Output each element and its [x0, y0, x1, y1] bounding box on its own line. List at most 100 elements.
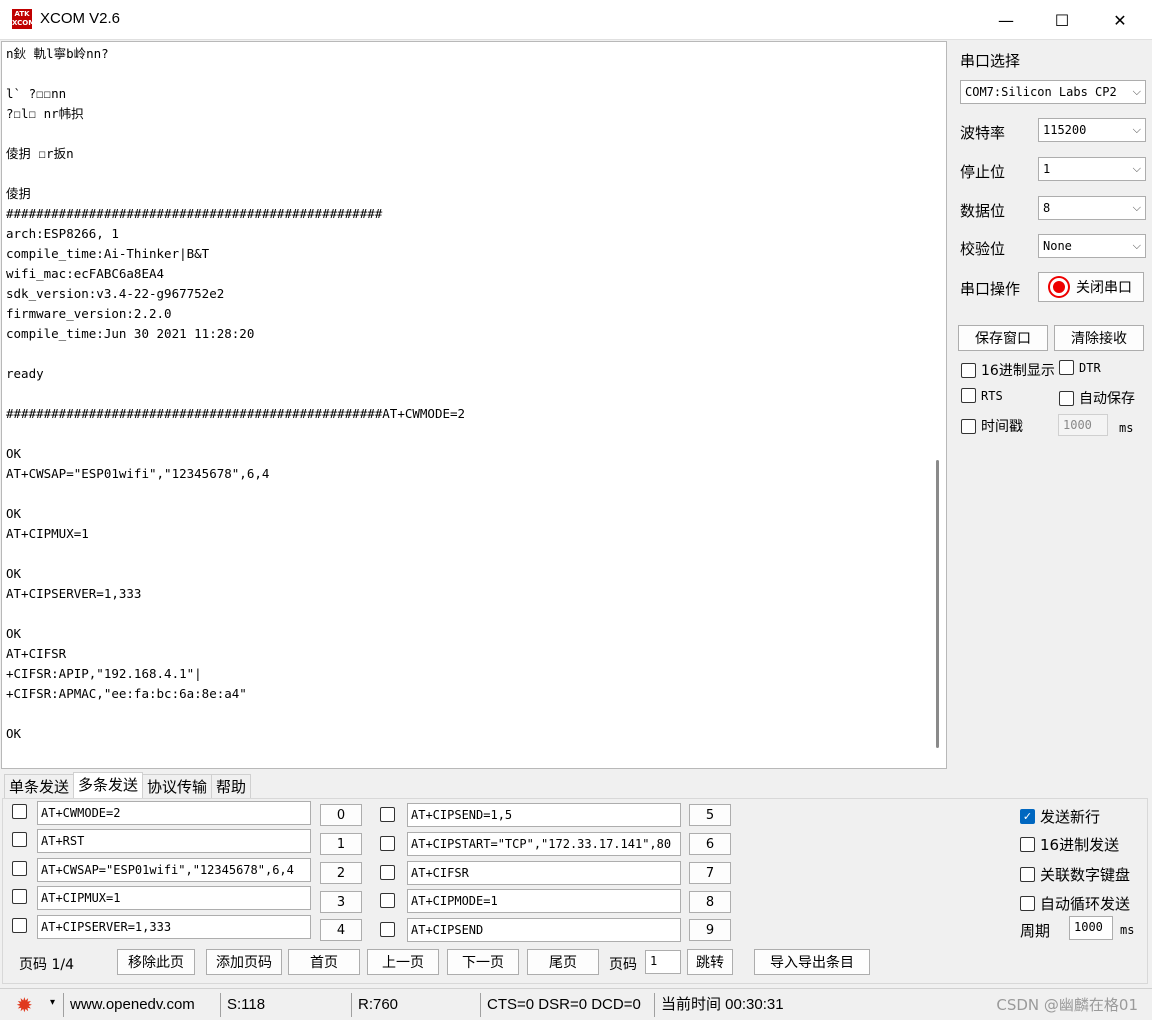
command-input-7[interactable]: AT+CIFSR	[407, 861, 681, 885]
tab-protocol[interactable]: 协议传输	[142, 774, 213, 798]
baud-select[interactable]: 115200 ⌵	[1038, 118, 1146, 142]
data-bits-select[interactable]: 8 ⌵	[1038, 196, 1146, 220]
command-input-9[interactable]: AT+CIPSEND	[407, 918, 681, 942]
import-export-button[interactable]: 导入导出条目	[754, 949, 870, 975]
chevron-down-icon: ⌵	[1132, 85, 1141, 98]
close-port-label: 关闭串口	[1076, 280, 1132, 296]
close-port-button[interactable]: 关闭串口	[1038, 272, 1144, 302]
dtr-checkbox[interactable]: DTR	[1059, 360, 1101, 375]
xcom-logo-icon: ATK XCOM	[12, 9, 36, 29]
timestamp-interval-input[interactable]: 1000	[1058, 414, 1108, 436]
add-page-button[interactable]: 添加页码	[206, 949, 282, 975]
receive-line: arch:ESP8266, 1	[6, 226, 119, 241]
send-button-6[interactable]: 6	[689, 833, 731, 855]
receive-line	[6, 544, 465, 564]
parity-select[interactable]: None ⌵	[1038, 234, 1146, 258]
hex-display-checkbox[interactable]: 16进制显示	[961, 360, 1055, 380]
send-button-7[interactable]: 7	[689, 862, 731, 884]
send-button-2[interactable]: 2	[320, 862, 362, 884]
send-button-9[interactable]: 9	[689, 919, 731, 941]
parity-label: 校验位	[960, 240, 1006, 258]
receive-area[interactable]: n鈥 軌l寧b岭nn? l` ?☐☐nn ?☐l☐ nr帏抧 倰抈 ☐r扳n 倰抈…	[1, 41, 947, 769]
command-input-0[interactable]: AT+CWMODE=2	[37, 801, 311, 825]
row-4-checkbox[interactable]	[12, 918, 27, 933]
title-bar: ATK XCOM XCOM V2.6 — ☐ ✕	[0, 0, 1152, 40]
row-9-checkbox[interactable]	[380, 922, 395, 937]
stop-bits-select[interactable]: 1 ⌵	[1038, 157, 1146, 181]
send-tabs: 单条发送 多条发送 协议传输 帮助	[4, 772, 252, 798]
send-button-4[interactable]: 4	[320, 919, 362, 941]
receive-line: 倰抈 ☐r扳n	[6, 146, 74, 161]
window-title: XCOM V2.6	[40, 10, 121, 27]
send-button-1[interactable]: 1	[320, 833, 362, 855]
status-bar: ✹ ▾ www.openedv.com S:118 R:760 CTS=0 DS…	[0, 988, 1152, 1020]
timestamp-checkbox[interactable]: 时间戳	[961, 416, 1023, 436]
save-window-button[interactable]: 保存窗口	[958, 325, 1048, 351]
send-button-3[interactable]: 3	[320, 891, 362, 913]
gear-icon[interactable]: ✹	[16, 993, 33, 1017]
receive-line: compile_time:Jun 30 2021 11:28:20	[6, 326, 255, 341]
row-0-checkbox[interactable]	[12, 804, 27, 819]
auto-loop-checkbox[interactable]: 自动循环发送	[1020, 893, 1130, 914]
jump-button[interactable]: 跳转	[687, 949, 733, 975]
prev-page-button[interactable]: 上一页	[367, 949, 439, 975]
remove-page-button[interactable]: 移除此页	[117, 949, 195, 975]
maximize-button[interactable]: ☐	[1034, 0, 1090, 40]
command-input-8[interactable]: AT+CIPMODE=1	[407, 889, 681, 913]
minimize-button[interactable]: —	[978, 0, 1034, 40]
rts-checkbox[interactable]: RTS	[961, 388, 1003, 403]
checkbox-box	[1020, 867, 1035, 882]
data-bits-value: 8	[1043, 201, 1051, 215]
link-keypad-checkbox[interactable]: 关联数字键盘	[1020, 864, 1130, 885]
last-page-button[interactable]: 尾页	[527, 949, 599, 975]
receive-line	[6, 64, 465, 84]
row-8-checkbox[interactable]	[380, 893, 395, 908]
row-5-checkbox[interactable]	[380, 807, 395, 822]
receive-line: compile_time:Ai-Thinker|B&T	[6, 246, 210, 261]
close-button[interactable]: ✕	[1092, 0, 1148, 40]
next-page-button[interactable]: 下一页	[447, 949, 519, 975]
receive-scrollbar[interactable]	[936, 460, 939, 748]
tab-help[interactable]: 帮助	[211, 774, 252, 798]
command-input-3[interactable]: AT+CIPMUX=1	[37, 886, 311, 910]
send-button-8[interactable]: 8	[689, 891, 731, 913]
caret-down-icon[interactable]: ▾	[50, 997, 55, 1008]
tab-multi-send[interactable]: 多条发送	[73, 772, 144, 798]
send-newline-checkbox[interactable]: ✓ 发送新行	[1020, 806, 1100, 827]
sent-count: S:118	[220, 993, 265, 1017]
period-input[interactable]: 1000	[1069, 916, 1113, 940]
tab-single-send[interactable]: 单条发送	[4, 774, 75, 798]
send-button-5[interactable]: 5	[689, 804, 731, 826]
send-button-0[interactable]: 0	[320, 804, 362, 826]
row-1-checkbox[interactable]	[12, 832, 27, 847]
modem-signals: CTS=0 DSR=0 DCD=0	[480, 993, 641, 1017]
receive-line: OK	[6, 506, 22, 521]
receive-line: n鈥 軌l寧b岭nn?	[6, 46, 109, 61]
row-6-checkbox[interactable]	[380, 836, 395, 851]
hex-send-checkbox[interactable]: 16进制发送	[1020, 834, 1119, 855]
checkbox-box	[1059, 390, 1074, 406]
command-input-1[interactable]: AT+RST	[37, 829, 311, 853]
port-select[interactable]: COM7:Silicon Labs CP2 ⌵	[960, 80, 1146, 104]
check-icon: ✓	[1020, 809, 1035, 824]
row-2-checkbox[interactable]	[12, 861, 27, 876]
receive-line: sdk_version:v3.4-22-g967752e2	[6, 286, 225, 301]
stop-bits-value: 1	[1043, 162, 1051, 176]
dtr-label: DTR	[1079, 360, 1101, 375]
receive-line: ########################################…	[6, 406, 466, 421]
row-3-checkbox[interactable]	[12, 889, 27, 904]
command-input-5[interactable]: AT+CIPSEND=1,5	[407, 803, 681, 827]
page-number-input[interactable]: 1	[645, 950, 681, 974]
first-page-button[interactable]: 首页	[288, 949, 360, 975]
command-input-4[interactable]: AT+CIPSERVER=1,333	[37, 915, 311, 939]
auto-save-checkbox[interactable]: 自动保存	[1059, 388, 1135, 408]
checkbox-box	[1020, 837, 1035, 852]
receive-line: OK	[6, 446, 22, 461]
command-input-6[interactable]: AT+CIPSTART="TCP","172.33.17.141",80	[407, 832, 681, 856]
website-link[interactable]: www.openedv.com	[63, 993, 195, 1017]
checkbox-box	[1020, 896, 1035, 911]
clear-receive-button[interactable]: 清除接收	[1054, 325, 1144, 351]
row-7-checkbox[interactable]	[380, 865, 395, 880]
page-info: 页码 1/4	[19, 957, 74, 973]
command-input-2[interactable]: AT+CWSAP="ESP01wifi","12345678",6,4	[37, 858, 311, 882]
